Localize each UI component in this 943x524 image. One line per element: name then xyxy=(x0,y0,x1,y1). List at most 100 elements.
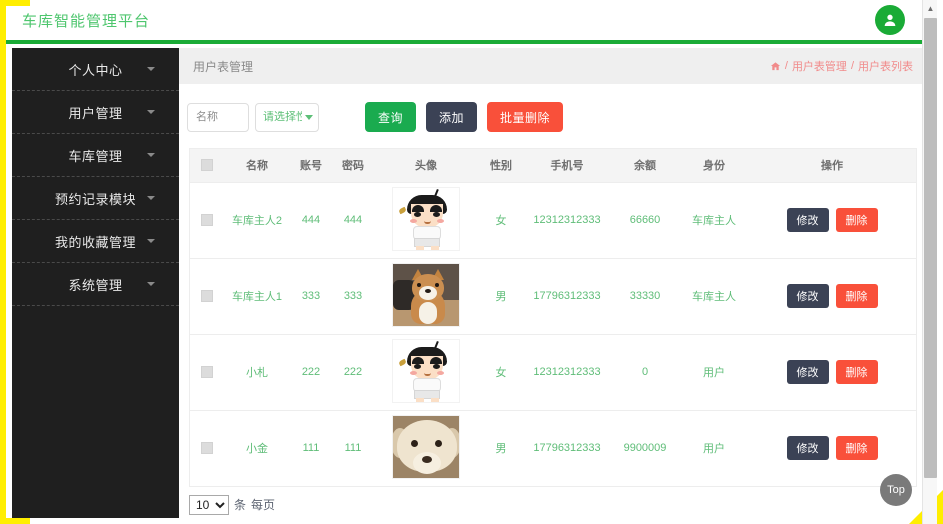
cell-account: 111 xyxy=(290,410,332,487)
cell-phone: 17796312333 xyxy=(524,258,610,335)
breadcrumb-separator: / xyxy=(850,60,854,72)
cell-avatar xyxy=(374,410,478,487)
cell-balance: 33330 xyxy=(610,258,680,335)
edit-button[interactable]: 修改 xyxy=(786,208,829,232)
sex-select-wrapper: 请选择性 xyxy=(255,102,319,132)
add-button[interactable]: 添加 xyxy=(426,102,478,132)
batch-delete-button[interactable]: 批量删除 xyxy=(487,102,564,132)
sidebar-item-label: 用户管理 xyxy=(68,105,123,121)
edit-button[interactable]: 修改 xyxy=(786,284,829,308)
cell-phone: 12312312333 xyxy=(524,182,610,259)
cell-balance: 0 xyxy=(610,334,680,411)
sidebar-item-reservation-records[interactable]: 预约记录模块 xyxy=(12,177,179,220)
delete-button[interactable]: 删除 xyxy=(835,436,878,460)
cell-avatar xyxy=(374,334,478,411)
header-password: 密码 xyxy=(332,149,374,183)
sidebar-item-user-management[interactable]: 用户管理 xyxy=(12,91,179,134)
cell-balance: 9900009 xyxy=(610,410,680,487)
header-avatar: 头像 xyxy=(374,149,478,183)
delete-button[interactable]: 删除 xyxy=(835,284,878,308)
page-size-select[interactable]: 10 xyxy=(189,494,229,515)
sidebar-nav: 个人中心 用户管理 车库管理 预约记录模块 我的收藏管理 系统管理 xyxy=(12,48,179,518)
cell-operation: 修改 删除 xyxy=(748,334,916,411)
app-title: 车库智能管理平台 xyxy=(22,12,151,30)
header-operation: 操作 xyxy=(748,149,916,183)
cell-role: 用户 xyxy=(680,334,748,411)
row-action-group: 修改 删除 xyxy=(748,208,916,232)
table-header-row: 名称 账号 密码 头像 性别 手机号 余额 身份 操作 xyxy=(190,149,916,183)
row-checkbox[interactable] xyxy=(201,214,213,227)
top-header-bar: 车库智能管理平台 xyxy=(0,0,927,44)
table-row[interactable]: 车库主人2 444 444 女 12312312333 66660 车库主人 修… xyxy=(190,182,916,259)
shin-chan-avatar[interactable] xyxy=(392,338,460,403)
table-body: 车库主人2 444 444 女 12312312333 66660 车库主人 修… xyxy=(190,182,916,487)
header-account: 账号 xyxy=(290,149,332,183)
cell-phone: 12312312333 xyxy=(524,334,610,411)
user-avatar-button[interactable] xyxy=(875,5,905,35)
row-action-group: 修改 删除 xyxy=(748,436,916,460)
avatar-artwork xyxy=(393,263,459,326)
header-balance: 余额 xyxy=(610,149,680,183)
row-select-cell[interactable] xyxy=(190,258,224,335)
delete-button[interactable]: 删除 xyxy=(835,208,878,232)
user-table-container: 名称 账号 密码 头像 性别 手机号 余额 身份 操作 车库主人2 444 44… xyxy=(189,148,917,487)
cell-role: 车库主人 xyxy=(680,258,748,335)
shiba-dog-avatar[interactable] xyxy=(392,262,460,327)
row-select-cell[interactable] xyxy=(190,334,224,411)
sidebar-item-label: 车库管理 xyxy=(68,148,123,164)
row-checkbox[interactable] xyxy=(201,290,213,303)
chevron-down-icon xyxy=(147,196,155,200)
sidebar-item-label: 预约记录模块 xyxy=(54,191,136,207)
table-row[interactable]: 车库主人1 333 333 男 17796312333 33330 车库主人 修… xyxy=(190,258,916,335)
cell-name: 车库主人2 xyxy=(224,182,290,259)
cell-role: 用户 xyxy=(680,410,748,487)
header-role: 身份 xyxy=(680,149,748,183)
scrollbar-thumb[interactable] xyxy=(924,18,937,478)
header-sex: 性别 xyxy=(478,149,524,183)
chevron-down-icon xyxy=(147,67,155,71)
row-checkbox[interactable] xyxy=(201,442,213,455)
cell-role: 车库主人 xyxy=(680,182,748,259)
sidebar-item-personal-center[interactable]: 个人中心 xyxy=(12,48,179,91)
edit-button[interactable]: 修改 xyxy=(786,436,829,460)
scroll-to-top-button[interactable]: Top xyxy=(880,474,912,506)
sidebar-item-my-favorites[interactable]: 我的收藏管理 xyxy=(12,220,179,263)
table-row[interactable]: 小札 222 222 女 12312312333 0 用户 修改 删除 xyxy=(190,334,916,411)
chevron-down-icon xyxy=(147,282,155,286)
row-select-cell[interactable] xyxy=(190,410,224,487)
edit-button[interactable]: 修改 xyxy=(786,360,829,384)
delete-button[interactable]: 删除 xyxy=(835,360,878,384)
home-icon[interactable] xyxy=(770,61,781,72)
breadcrumb-level-2[interactable]: 用户表列表 xyxy=(858,58,913,74)
table-row[interactable]: 小金 111 111 男 17796312333 9900009 用户 修改 删… xyxy=(190,410,916,487)
header-select-all[interactable] xyxy=(190,149,224,183)
sex-select[interactable]: 请选择性 xyxy=(255,102,319,132)
cell-account: 222 xyxy=(290,334,332,411)
sidebar-item-garage-management[interactable]: 车库管理 xyxy=(12,134,179,177)
search-name-input[interactable] xyxy=(187,102,249,132)
header-right-area xyxy=(875,5,905,35)
cell-avatar xyxy=(374,182,478,259)
select-all-checkbox[interactable] xyxy=(201,159,213,172)
scroll-up-arrow-icon[interactable]: ▲ xyxy=(923,0,938,16)
chevron-down-icon xyxy=(147,239,155,243)
page-scrollbar[interactable]: ▲ xyxy=(922,0,937,524)
cell-sex: 男 xyxy=(478,258,524,335)
sidebar-item-label: 我的收藏管理 xyxy=(54,234,136,250)
header-phone: 手机号 xyxy=(524,149,610,183)
breadcrumb-level-1[interactable]: 用户表管理 xyxy=(792,58,847,74)
row-select-cell[interactable] xyxy=(190,182,224,259)
breadcrumb: / 用户表管理 / 用户表列表 xyxy=(770,58,913,74)
sidebar-item-system-management[interactable]: 系统管理 xyxy=(12,263,179,306)
puppy-avatar[interactable] xyxy=(392,414,460,479)
page-header: 用户表管理 / 用户表管理 / 用户表列表 xyxy=(179,48,927,84)
query-button[interactable]: 查询 xyxy=(365,102,417,132)
cell-phone: 17796312333 xyxy=(524,410,610,487)
cell-name: 小金 xyxy=(224,410,290,487)
chevron-down-icon xyxy=(147,153,155,157)
cell-operation: 修改 删除 xyxy=(748,182,916,259)
row-checkbox[interactable] xyxy=(201,366,213,379)
shin-chan-avatar[interactable] xyxy=(392,186,460,251)
page-title: 用户表管理 xyxy=(193,59,254,74)
cell-account: 333 xyxy=(290,258,332,335)
